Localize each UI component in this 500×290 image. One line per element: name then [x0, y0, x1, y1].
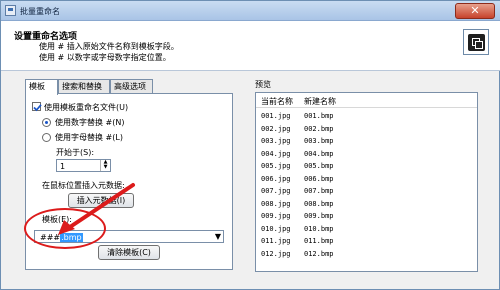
table-row[interactable]: 006.jpg 006.bmp [256, 175, 477, 186]
window-title: 批量重命名 [20, 7, 60, 16]
letter-replace-label: 使用字母替换 #(L) [55, 133, 123, 142]
new-name-cell: 005.bmp [304, 162, 334, 170]
rename-options-icon [463, 29, 489, 55]
current-name-cell: 010.jpg [261, 224, 291, 233]
table-row[interactable]: 008.jpg 008.bmp [256, 200, 477, 211]
tab-advanced-options[interactable]: 高级选项 [110, 79, 153, 94]
current-name-cell: 008.jpg [261, 199, 291, 208]
table-row[interactable]: 011.jpg 011.bmp [256, 237, 477, 248]
new-name-column: 新建名称 [304, 97, 336, 106]
current-name-cell: 011.jpg [261, 237, 291, 245]
spinner-arrows-icon[interactable]: ▲ ▼ [100, 160, 110, 171]
current-name-cell: 005.jpg [261, 162, 291, 170]
new-name-cell: 008.bmp [304, 199, 334, 208]
current-name-cell: 006.jpg [261, 174, 291, 183]
close-button[interactable]: ✕ [455, 3, 495, 19]
table-row[interactable]: 010.jpg 010.bmp [256, 225, 477, 236]
tab-search-replace[interactable]: 搜索和替换 [58, 79, 110, 94]
annotation-oval [24, 208, 106, 249]
new-name-cell: 009.bmp [304, 212, 334, 220]
number-replace-radio[interactable] [42, 118, 51, 127]
start-at-label: 开始于(S): [56, 148, 95, 157]
current-name-cell: 007.jpg [261, 187, 291, 195]
table-row[interactable]: 007.jpg 007.bmp [256, 187, 477, 198]
number-replace-label: 使用数字替换 #(N) [55, 118, 125, 127]
start-at-value: 1 [60, 162, 66, 171]
new-name-cell: 002.bmp [304, 124, 334, 133]
table-row[interactable]: 012.jpg 012.bmp [256, 250, 477, 261]
checkmark-icon [33, 104, 42, 112]
chevron-down-icon[interactable]: ▼ [213, 231, 223, 242]
app-icon [5, 5, 16, 16]
table-row[interactable]: 009.jpg 009.bmp [256, 212, 477, 223]
table-row[interactable]: 005.jpg 005.bmp [256, 162, 477, 173]
use-template-checkbox[interactable] [32, 102, 42, 112]
new-name-cell: 010.bmp [304, 224, 334, 233]
new-name-cell: 011.bmp [304, 237, 334, 245]
new-name-cell: 006.bmp [304, 174, 334, 183]
current-name-cell: 003.jpg [261, 137, 291, 145]
current-name-cell: 009.jpg [261, 212, 291, 220]
new-name-cell: 001.bmp [304, 112, 334, 120]
table-row[interactable]: 002.jpg 002.bmp [256, 125, 477, 136]
new-name-cell: 012.bmp [304, 249, 334, 258]
insert-metadata-label: 在鼠标位置插入元数据: [42, 181, 125, 190]
clear-template-button[interactable]: 清除模板(C) [98, 245, 160, 260]
use-template-label: 使用模板重命名文件(U) [44, 103, 129, 112]
preview-label: 预览 [255, 80, 271, 89]
preview-list: 当前名称 新建名称 001.jpg 001.bmp 002.jpg 002.bmp 00… [255, 92, 478, 272]
start-at-spinner[interactable]: 1 ▲ ▼ [56, 159, 111, 172]
current-name-cell: 001.jpg [261, 112, 291, 120]
header-panel: 设置重命名选项 使用 # 插入原始文件名称到模板字段。 使用 # 以数字或字母数… [1, 21, 500, 71]
table-row[interactable]: 001.jpg 001.bmp [256, 112, 477, 123]
new-name-cell: 007.bmp [304, 187, 334, 195]
title-bar: 批量重命名 ✕ [1, 1, 500, 21]
current-name-cell: 012.jpg [261, 249, 291, 258]
table-row[interactable]: 003.jpg 003.bmp [256, 137, 477, 148]
tab-template[interactable]: 模板 [25, 79, 58, 95]
letter-replace-radio[interactable] [42, 133, 51, 142]
insert-metadata-button[interactable]: 插入元数据(I) [68, 193, 134, 208]
header-description-2: 使用 # 以数字或字母数字指定位置。 [39, 53, 171, 62]
current-name-column: 当前名称 [261, 97, 293, 106]
new-name-cell: 004.bmp [304, 149, 334, 158]
current-name-cell: 002.jpg [261, 124, 291, 133]
new-name-cell: 003.bmp [304, 137, 334, 145]
header-description-1: 使用 # 插入原始文件名称到模板字段。 [39, 42, 179, 51]
batch-rename-window: 批量重命名 ✕ 设置重命名选项 使用 # 插入原始文件名称到模板字段。 使用 #… [0, 0, 500, 290]
current-name-cell: 004.jpg [261, 149, 291, 158]
table-row[interactable]: 004.jpg 004.bmp [256, 150, 477, 161]
preview-header: 当前名称 新建名称 [256, 93, 477, 108]
